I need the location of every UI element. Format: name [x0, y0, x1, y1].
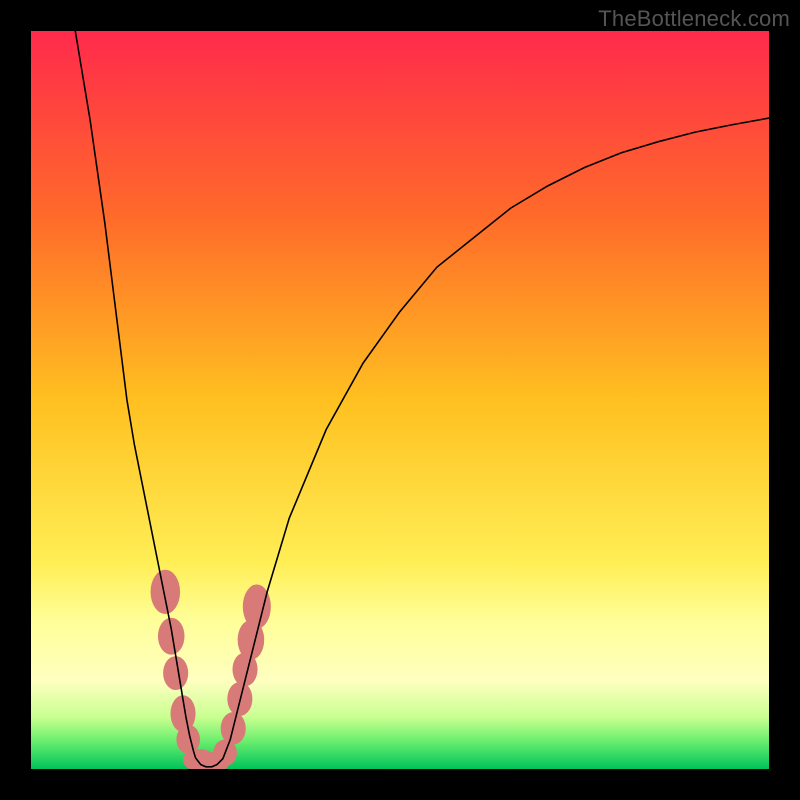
data-point-blob: [158, 618, 185, 655]
chart-frame: TheBottleneck.com: [0, 0, 800, 800]
data-point-blob: [151, 570, 181, 614]
plot-area: [31, 31, 769, 769]
data-point-blob: [163, 656, 188, 690]
chart-svg: [31, 31, 769, 769]
watermark-text: TheBottleneck.com: [598, 6, 790, 32]
